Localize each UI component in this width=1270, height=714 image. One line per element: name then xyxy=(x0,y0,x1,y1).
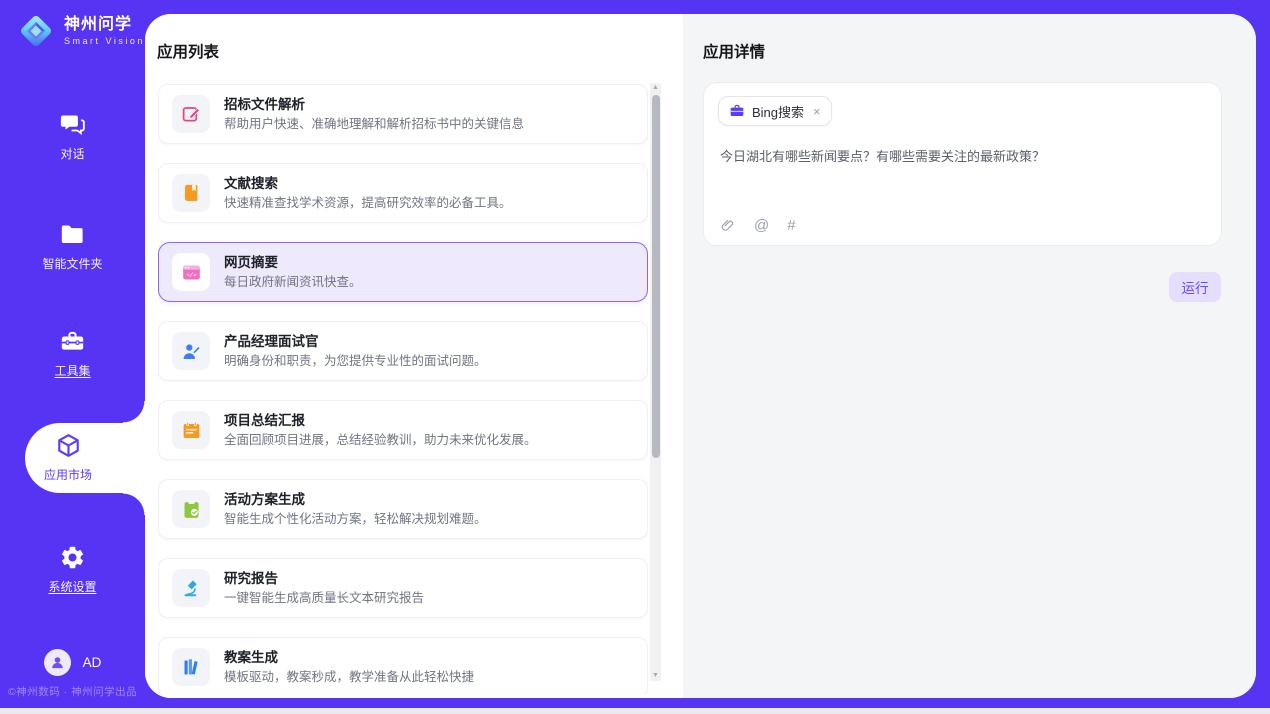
app-card-title: 教案生成 xyxy=(224,651,474,665)
window-bottom-strip xyxy=(0,708,1270,714)
avatar xyxy=(44,649,71,676)
app-card-pm-interviewer[interactable]: 产品经理面试官 明确身份和职责，为您提供专业性的面试问题。 xyxy=(158,321,648,381)
run-button[interactable]: 运行 xyxy=(1169,272,1221,302)
user-account[interactable]: AD xyxy=(0,649,145,676)
paperclip-icon[interactable] xyxy=(720,217,736,234)
tool-tag-bing-search[interactable]: Bing搜索 × xyxy=(718,96,832,126)
app-window: 神州问学 Smart Vision 对话 智能文件夹 xyxy=(0,0,1270,708)
cube-icon xyxy=(55,432,82,459)
app-card-title: 项目总结汇报 xyxy=(224,414,537,428)
scrollbar-thumb[interactable] xyxy=(652,95,660,458)
webpage-code-icon: </> xyxy=(172,253,210,291)
app-card-desc: 模板驱动，教案秒成，教学准备从此轻松快捷 xyxy=(224,671,474,684)
app-card-research-report[interactable]: 研究报告 一键智能生成高质量长文本研究报告 xyxy=(158,558,648,618)
tool-tag-label: Bing搜索 xyxy=(752,102,804,121)
app-card-desc: 一键智能生成高质量长文本研究报告 xyxy=(224,592,424,605)
clipboard-check-icon xyxy=(172,490,210,528)
brand-tagline: Smart Vision xyxy=(64,37,145,46)
app-card-desc: 明确身份和职责，为您提供专业性的面试问题。 xyxy=(224,355,487,368)
app-list-panel: 应用列表 招标文件解析 帮助用户快速、准确地理解和解析招标书中的关键信息 xyxy=(145,14,683,698)
calendar-icon xyxy=(172,411,210,449)
prompt-toolbar: @ # xyxy=(720,217,796,234)
app-card-desc: 全面回顾项目进展，总结经验教训，助力未来优化发展。 xyxy=(224,434,537,447)
app-card-event-plan[interactable]: 活动方案生成 智能生成个性化活动方案，轻松解决规划难题。 xyxy=(158,479,648,539)
app-card-desc: 每日政府新闻资讯快查。 xyxy=(224,276,362,289)
list-scrollbar[interactable]: ▲ ▼ xyxy=(650,83,661,681)
briefcase-icon xyxy=(729,103,745,119)
query-input[interactable]: 今日湖北有哪些新闻要点？有哪些需要关注的最新政策？ xyxy=(720,147,1205,167)
app-card-desc: 智能生成个性化活动方案，轻松解决规划难题。 xyxy=(224,513,487,526)
tool-tag-close-icon[interactable]: × xyxy=(813,104,821,119)
brand-name: 神州问学 xyxy=(64,17,145,33)
app-card-literature-search[interactable]: 文献搜索 快速精准查找学术资源，提高研究效率的必备工具。 xyxy=(158,163,648,223)
app-detail-panel: 应用详情 Bing搜索 × 今日湖北有哪些新闻要点？有哪些需要关注的最新政策？ xyxy=(683,14,1256,698)
sidebar-item-label: 系统设置 xyxy=(0,578,145,595)
brand-logo: 神州问学 Smart Vision xyxy=(16,11,145,51)
folder-icon xyxy=(59,221,86,248)
sidebar-footer-text: ©神州数码 · 神州问学出品 xyxy=(8,684,137,699)
pen-square-icon xyxy=(172,95,210,133)
microscope-icon xyxy=(172,569,210,607)
app-card-webpage-summary[interactable]: </> 网页摘要 每日政府新闻资讯快查。 xyxy=(158,242,648,302)
sidebar-item-label: 对话 xyxy=(0,145,145,162)
toolbox-icon xyxy=(59,328,86,355)
app-card-list: 招标文件解析 帮助用户快速、准确地理解和解析招标书中的关键信息 文献搜索 快速精… xyxy=(158,84,648,694)
main-content: 应用列表 招标文件解析 帮助用户快速、准确地理解和解析招标书中的关键信息 xyxy=(145,14,1256,698)
app-list-title: 应用列表 xyxy=(157,40,219,62)
svg-text:</>: </> xyxy=(186,272,197,278)
app-card-desc: 帮助用户快速、准确地理解和解析招标书中的关键信息 xyxy=(224,118,524,131)
user-initials: AD xyxy=(83,655,102,670)
scrollbar-up-arrow-icon[interactable]: ▲ xyxy=(650,83,661,93)
sidebar-item-label: 工具集 xyxy=(0,362,145,379)
app-card-title: 网页摘要 xyxy=(224,256,362,270)
chat-icon xyxy=(59,111,86,138)
sidebar-item-smart-folder[interactable]: 智能文件夹 xyxy=(0,221,145,272)
gem-icon xyxy=(16,11,56,51)
books-icon xyxy=(172,648,210,686)
app-card-project-summary[interactable]: 项目总结汇报 全面回顾项目进展，总结经验教训，助力未来优化发展。 xyxy=(158,400,648,460)
scrollbar-down-arrow-icon[interactable]: ▼ xyxy=(650,671,661,681)
book-icon xyxy=(172,174,210,212)
mention-icon[interactable]: @ xyxy=(754,218,769,233)
app-detail-title: 应用详情 xyxy=(703,40,765,62)
gear-icon xyxy=(59,544,86,571)
sidebar-item-chat[interactable]: 对话 xyxy=(0,111,145,162)
app-card-title: 招标文件解析 xyxy=(224,98,524,112)
app-card-desc: 快速精准查找学术资源，提高研究效率的必备工具。 xyxy=(224,197,512,210)
sidebar-item-app-market[interactable]: 应用市场 xyxy=(25,423,145,493)
app-card-title: 研究报告 xyxy=(224,572,424,586)
app-card-title: 活动方案生成 xyxy=(224,493,487,507)
app-card-title: 产品经理面试官 xyxy=(224,335,487,349)
app-card-lesson-plan[interactable]: 教案生成 模板驱动，教案秒成，教学准备从此轻松快捷 xyxy=(158,637,648,694)
prompt-card: Bing搜索 × 今日湖北有哪些新闻要点？有哪些需要关注的最新政策？ @ # xyxy=(703,82,1222,246)
sidebar-item-toolbox[interactable]: 工具集 xyxy=(0,328,145,379)
sidebar-item-settings[interactable]: 系统设置 xyxy=(0,544,145,595)
app-card-bid-document-parse[interactable]: 招标文件解析 帮助用户快速、准确地理解和解析招标书中的关键信息 xyxy=(158,84,648,144)
interviewer-icon xyxy=(172,332,210,370)
person-icon xyxy=(49,654,66,671)
hash-icon[interactable]: # xyxy=(787,218,795,233)
app-card-title: 文献搜索 xyxy=(224,177,512,191)
sidebar-item-label: 智能文件夹 xyxy=(0,255,145,272)
sidebar-item-label: 应用市场 xyxy=(25,466,111,483)
